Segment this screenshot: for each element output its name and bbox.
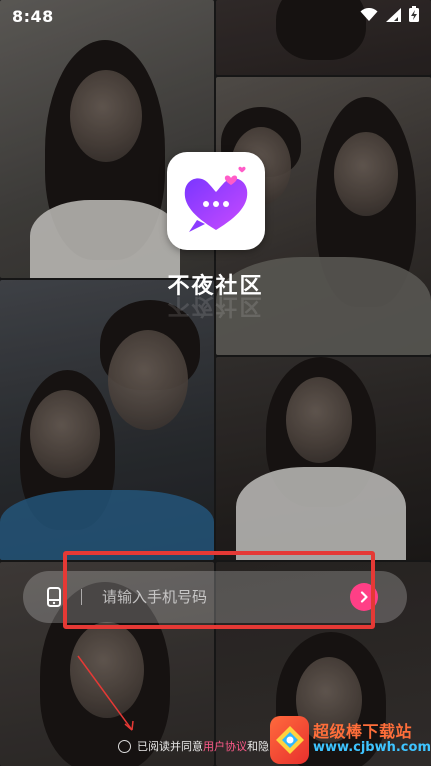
app-logo xyxy=(167,152,265,250)
wifi-icon xyxy=(360,7,378,26)
watermark: 超级棒下载站 www.cjbwh.com xyxy=(270,713,431,766)
cellular-signal-icon xyxy=(386,7,401,26)
chat-heart-logo-icon xyxy=(184,166,248,232)
watermark-logo-icon xyxy=(270,715,309,764)
agreement-checkbox[interactable] xyxy=(118,739,131,753)
app-name-reflection: 不夜社区 xyxy=(167,293,264,318)
phone-icon xyxy=(43,586,65,608)
status-time: 8:48 xyxy=(12,6,54,26)
agreement-conjunction: 和隐 xyxy=(247,740,269,753)
agreement-row: 已阅读并同意 用户协议 和隐 xyxy=(118,738,269,754)
annotation-highlight-box xyxy=(63,551,375,629)
status-bar: 8:48 xyxy=(0,0,431,32)
watermark-url: www.cjbwh.com xyxy=(313,740,431,756)
watermark-title: 超级棒下载站 xyxy=(313,721,413,741)
agreement-text: 已阅读并同意 xyxy=(137,740,203,753)
annotation-arrow xyxy=(77,655,134,731)
battery-charging-icon xyxy=(409,6,419,26)
login-screen: 8:48 不夜社区 不夜社区 请输入手机号码 已阅读并同意 用户协议 和隐 超级… xyxy=(0,0,431,766)
user-agreement-link[interactable]: 用户协议 xyxy=(203,738,247,754)
